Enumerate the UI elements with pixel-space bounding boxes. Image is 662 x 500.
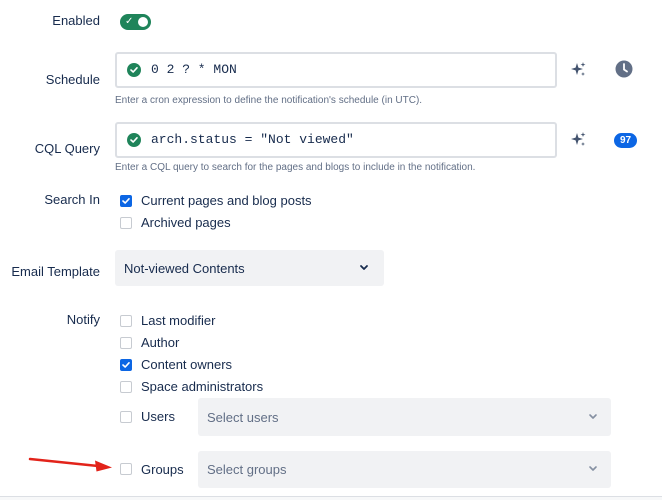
chevron-down-icon (360, 265, 368, 270)
checkbox-users[interactable] (120, 411, 132, 423)
chevron-down-icon (589, 414, 597, 419)
schedule-label: Schedule (45, 72, 100, 87)
checkbox-label[interactable]: Groups (141, 462, 184, 477)
checkbox-last-modifier[interactable] (120, 315, 132, 327)
checkbox-label[interactable]: Current pages and blog posts (141, 193, 312, 208)
checkbox-content-owners[interactable] (120, 359, 132, 371)
annotation-arrow-icon (28, 457, 112, 472)
toggle-knob (138, 17, 148, 27)
users-placeholder: Select users (207, 410, 279, 425)
checkbox-label[interactable]: Users (141, 409, 175, 424)
schedule-value: 0 2 ? * MON (151, 62, 237, 77)
check-icon (122, 362, 130, 368)
chevron-down-icon (589, 466, 597, 471)
groups-select[interactable]: Select groups (198, 451, 611, 488)
ai-sparkle-icon[interactable] (569, 131, 587, 149)
groups-placeholder: Select groups (207, 462, 287, 477)
checkbox-groups[interactable] (120, 463, 132, 475)
checkbox-archived-pages[interactable] (120, 217, 132, 229)
valid-check-icon (127, 63, 141, 77)
cql-input[interactable]: arch.status = "Not viewed" (115, 122, 557, 158)
enabled-label: Enabled (52, 13, 100, 28)
panel-bottom-divider (0, 496, 662, 500)
clock-icon[interactable] (615, 60, 633, 78)
email-template-select[interactable]: Not-viewed Contents (115, 250, 384, 286)
valid-check-icon (127, 133, 141, 147)
check-icon (122, 198, 130, 204)
notify-label: Notify (66, 312, 100, 327)
cql-helper: Enter a CQL query to search for the page… (115, 162, 476, 173)
email-template-value: Not-viewed Contents (124, 261, 245, 276)
ai-sparkle-icon[interactable] (569, 61, 587, 79)
users-select[interactable]: Select users (198, 398, 611, 436)
schedule-helper: Enter a cron expression to define the no… (115, 95, 423, 106)
checkbox-author[interactable] (120, 337, 132, 349)
checkbox-label[interactable]: Author (141, 335, 179, 350)
checkbox-label[interactable]: Archived pages (141, 215, 231, 230)
checkbox-current-pages[interactable] (120, 195, 132, 207)
cql-value: arch.status = "Not viewed" (151, 132, 354, 147)
checkbox-space-administrators[interactable] (120, 381, 132, 393)
checkbox-label[interactable]: Last modifier (141, 313, 215, 328)
search-in-label: Search In (44, 192, 100, 207)
schedule-input[interactable]: 0 2 ? * MON (115, 52, 557, 88)
check-icon: ✓ (125, 16, 134, 27)
enabled-toggle[interactable]: ✓ (120, 14, 151, 30)
checkbox-label[interactable]: Space administrators (141, 379, 263, 394)
email-template-label: Email Template (11, 264, 100, 279)
checkbox-label[interactable]: Content owners (141, 357, 232, 372)
result-count-badge: 97 (614, 133, 637, 148)
cql-label: CQL Query (34, 141, 100, 156)
